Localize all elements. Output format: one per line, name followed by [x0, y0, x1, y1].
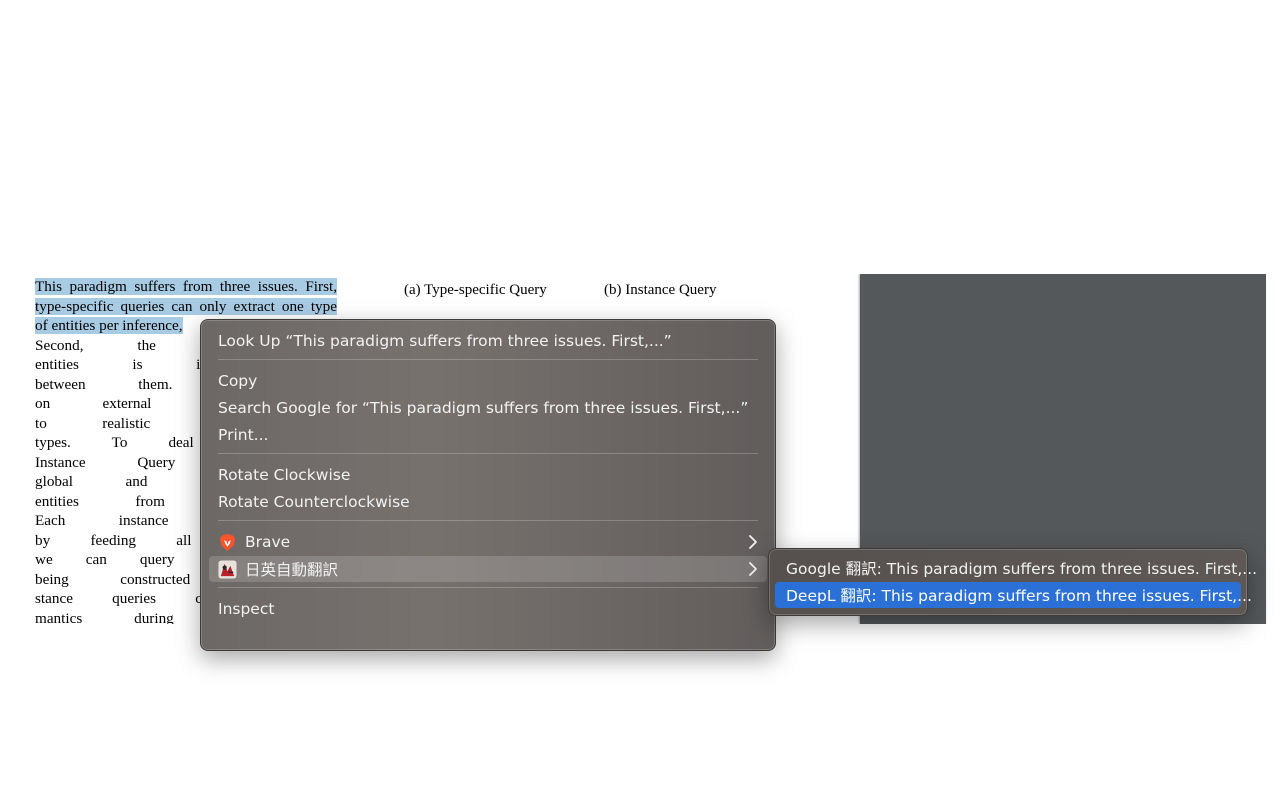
copy-label: Copy [218, 372, 258, 390]
menu-separator [218, 520, 758, 521]
context-menu: Look Up “This paradigm suffers from thre… [200, 319, 776, 651]
print-label: Print... [218, 426, 269, 444]
text-line-content: type-specific queries can only extract o… [35, 297, 337, 315]
brave-lion-icon [219, 533, 236, 551]
google-translate-label: Google 翻訳: This paradigm suffers from th… [786, 560, 1258, 578]
brave-menu-item[interactable]: Brave [209, 529, 767, 555]
rotate-clockwise-menu-item[interactable]: Rotate Clockwise [209, 462, 767, 488]
look-up-label: Look Up “This paradigm suffers from thre… [218, 332, 672, 350]
rotate-clockwise-label: Rotate Clockwise [218, 466, 351, 484]
text-line-content: of entities per inference, [35, 317, 183, 334]
text-line[interactable]: type-specific queries can only extract o… [35, 297, 337, 317]
brave-label: Brave [245, 533, 291, 551]
rotate-counterclockwise-menu-item[interactable]: Rotate Counterclockwise [209, 489, 767, 515]
menu-separator [218, 587, 758, 588]
rotate-counterclockwise-label: Rotate Counterclockwise [218, 493, 410, 511]
menu-separator [218, 453, 758, 454]
look-up-menu-item[interactable]: Look Up “This paradigm suffers from thre… [209, 328, 767, 354]
google-translate-menu-item[interactable]: Google 翻訳: This paradigm suffers from th… [775, 555, 1257, 581]
search-google-label: Search Google for “This paradigm suffers… [218, 399, 749, 417]
figure-caption-a: (a) Type-specific Query [404, 282, 547, 298]
figure-caption-b: (b) Instance Query [604, 282, 717, 298]
deepl-translate-menu-item[interactable]: DeepL 翻訳: This paradigm suffers from thr… [775, 582, 1252, 608]
inspect-menu-item[interactable]: Inspect [209, 596, 767, 622]
text-line-content: This paradigm suffers from three issues.… [35, 278, 337, 295]
text-line[interactable]: This paradigm suffers from three issues.… [35, 277, 337, 297]
print-menu-item[interactable]: Print... [209, 422, 767, 448]
translate-app-icon [218, 559, 237, 579]
chevron-right-icon [749, 562, 757, 576]
jp-translate-menu-item[interactable]: 日英自動翻訳 [209, 556, 767, 582]
translate-submenu: Google 翻訳: This paradigm suffers from th… [768, 548, 1257, 616]
inspect-label: Inspect [218, 600, 275, 618]
copy-menu-item[interactable]: Copy [209, 368, 767, 394]
chevron-right-icon [749, 535, 757, 549]
jp-translate-label: 日英自動翻訳 [245, 561, 339, 579]
menu-separator [218, 359, 758, 360]
search-google-menu-item[interactable]: Search Google for “This paradigm suffers… [209, 395, 767, 421]
deepl-translate-label: DeepL 翻訳: This paradigm suffers from thr… [786, 587, 1252, 605]
